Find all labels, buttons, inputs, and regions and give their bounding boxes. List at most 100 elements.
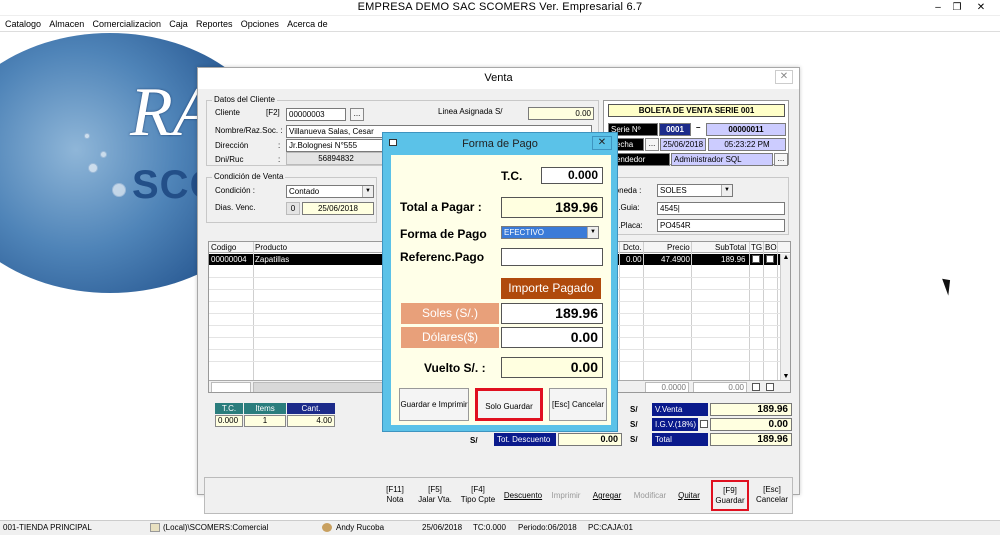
forma-pago-dialog: Forma de Pago ✕ T.C. 0.000 Total a Pagar… xyxy=(382,132,618,432)
fp-tc-field[interactable]: 0.000 xyxy=(541,167,603,184)
restore-icon[interactable]: ❐ xyxy=(946,0,968,16)
logo-bubble xyxy=(88,163,98,173)
grid-scrollbar[interactable]: ▲ ▼ xyxy=(780,254,790,380)
quitar-button[interactable]: Quitar xyxy=(673,480,705,511)
status-pc: PC:CAJA:01 xyxy=(588,523,633,532)
logo-bubble xyxy=(84,133,90,139)
row-precio: 47.4900 xyxy=(661,255,690,264)
vendedor-field: Administrador SQL xyxy=(671,153,773,166)
menu-comercializacion[interactable]: Comercializacion xyxy=(90,16,165,32)
jalar-venta-button[interactable]: [F5] Jalar Vta. xyxy=(415,480,455,511)
condicion-group-label: Condición de Venta xyxy=(212,172,286,181)
fp-forma-select[interactable]: EFECTIVO ▼ xyxy=(501,226,599,239)
forma-pago-close-icon[interactable]: ✕ xyxy=(592,136,612,150)
hora-field: 05:23:22 PM xyxy=(708,138,786,151)
window-icon xyxy=(389,139,397,146)
moneda-select[interactable]: SOLES ▼ xyxy=(657,184,733,197)
status-tienda: 001-TIENDA PRINCIPAL xyxy=(3,523,92,532)
chevron-down-icon: ▼ xyxy=(587,227,598,238)
fp-cancelar-button[interactable]: [Esc] Cancelar xyxy=(549,388,607,421)
fp-forma-label: Forma de Pago xyxy=(400,227,487,241)
fp-dolares-field[interactable]: 0.00 xyxy=(501,327,603,348)
col-producto[interactable]: Producto xyxy=(255,243,287,252)
descuento-value: 0.00 xyxy=(558,433,622,446)
guardar-button[interactable]: [F9] Guardar xyxy=(711,480,749,511)
vventa-value: 189.96 xyxy=(710,403,792,416)
menu-acerca-de[interactable]: Acerca de xyxy=(284,16,331,32)
fp-forma-value: EFECTIVO xyxy=(504,228,545,237)
col-subtotal[interactable]: SubTotal xyxy=(715,243,746,252)
cant-value: 4.00 xyxy=(287,415,335,427)
venta-close-icon[interactable]: ✕ xyxy=(775,70,793,84)
guardar-imprimir-button[interactable]: Guardar e Imprimir xyxy=(399,388,469,421)
close-icon[interactable]: ✕ xyxy=(970,0,992,16)
col-codigo[interactable]: Codigo xyxy=(211,243,236,252)
vencimiento-field[interactable]: 25/06/2018 xyxy=(302,202,374,215)
col-precio[interactable]: Precio xyxy=(667,243,690,252)
cancelar-button[interactable]: [Esc] Cancelar xyxy=(753,480,791,511)
colon-sep: : xyxy=(278,155,281,164)
condicion-value: Contado xyxy=(289,187,320,196)
currency-label: S/ xyxy=(630,435,638,444)
menu-opciones[interactable]: Opciones xyxy=(238,16,282,32)
row-bo-checkbox[interactable] xyxy=(766,255,774,263)
dias-field[interactable]: 0 xyxy=(286,202,300,215)
fp-referencia-label: Referenc.Pago xyxy=(400,250,485,264)
igv-checkbox[interactable] xyxy=(700,420,708,428)
menu-reportes[interactable]: Reportes xyxy=(193,16,236,32)
logo-bubble xyxy=(112,183,126,197)
col-dcto[interactable]: Dcto. xyxy=(623,243,642,252)
tc-value: 0.000 xyxy=(215,415,243,427)
solo-guardar-button[interactable]: Solo Guardar xyxy=(475,388,543,421)
currency-label: S/ xyxy=(630,420,638,429)
igv-value: 0.00 xyxy=(710,418,792,431)
items-value: 1 xyxy=(244,415,286,427)
fp-vuelto-label: Vuelto S/. : xyxy=(424,361,486,375)
descuento-button[interactable]: Descuento xyxy=(501,480,545,511)
user-icon xyxy=(322,523,332,532)
scroll-down-icon[interactable]: ▼ xyxy=(781,373,790,380)
fp-tc-label: T.C. xyxy=(501,169,523,183)
cliente-group-label: Datos del Cliente xyxy=(212,95,277,104)
status-bar: 001-TIENDA PRINCIPAL (Local)\SCOMERS:Com… xyxy=(0,520,1000,535)
linea-field: 0.00 xyxy=(528,107,594,120)
fecha-picker-button[interactable]: ... xyxy=(645,138,659,151)
logo-bubble xyxy=(100,151,107,158)
condicion-select[interactable]: Contado ▼ xyxy=(286,185,374,198)
footer-bo-checkbox[interactable] xyxy=(766,383,774,391)
footer-precio: 0.0000 xyxy=(645,382,689,392)
vventa-label: V.Venta xyxy=(652,403,708,416)
nombre-label: Nombre/Raz.Soc. : xyxy=(215,126,283,135)
cliente-code-field[interactable]: 00000003 xyxy=(286,108,346,121)
menu-almacen[interactable]: Almacen xyxy=(46,16,87,32)
placa-field[interactable]: PO454R xyxy=(657,219,785,232)
moneda-value: SOLES xyxy=(660,186,687,195)
fp-soles-label: Soles (S/.) xyxy=(401,303,499,324)
cliente-search-button[interactable]: ... xyxy=(350,108,364,121)
fp-soles-field[interactable]: 189.96 xyxy=(501,303,603,324)
app-title: EMPRESA DEMO SAC SCOMERS Ver. Empresaria… xyxy=(357,1,643,13)
menubar: Catalogo Almacen Comercializacion Caja R… xyxy=(0,16,1000,32)
row-tg-checkbox[interactable] xyxy=(752,255,760,263)
fp-referencia-field[interactable] xyxy=(501,248,603,266)
menu-catalogo[interactable]: Catalogo xyxy=(0,16,44,32)
footer-cell xyxy=(211,382,251,392)
venta-toolbar: [F11] Nota [F5] Jalar Vta. [F4] Tipo Cpt… xyxy=(204,477,793,514)
app-titlebar: EMPRESA DEMO SAC SCOMERS Ver. Empresaria… xyxy=(0,0,1000,16)
agregar-button[interactable]: Agregar xyxy=(587,480,627,511)
menu-caja[interactable]: Caja xyxy=(166,16,191,32)
vendedor-search-button[interactable]: ... xyxy=(774,153,788,166)
scroll-up-icon[interactable]: ▲ xyxy=(781,254,790,261)
dias-label: Dias. Venc. xyxy=(215,203,256,212)
footer-tg-checkbox[interactable] xyxy=(752,383,760,391)
currency-label: S/ xyxy=(470,436,478,445)
direccion-field[interactable]: Jr.Bolognesi N°555 xyxy=(286,139,386,152)
guia-field[interactable]: 4545| xyxy=(657,202,785,215)
modificar-button[interactable]: Modificar xyxy=(629,480,671,511)
col-bo[interactable]: BO xyxy=(765,243,777,252)
imprimir-button[interactable]: Imprimir xyxy=(547,480,585,511)
col-tg[interactable]: TG xyxy=(751,243,762,252)
tipo-comprobante-button[interactable]: [F4] Tipo Cpte xyxy=(457,480,499,511)
nota-button[interactable]: [F11] Nota xyxy=(379,480,411,511)
status-tc: TC:0.000 xyxy=(473,523,506,532)
